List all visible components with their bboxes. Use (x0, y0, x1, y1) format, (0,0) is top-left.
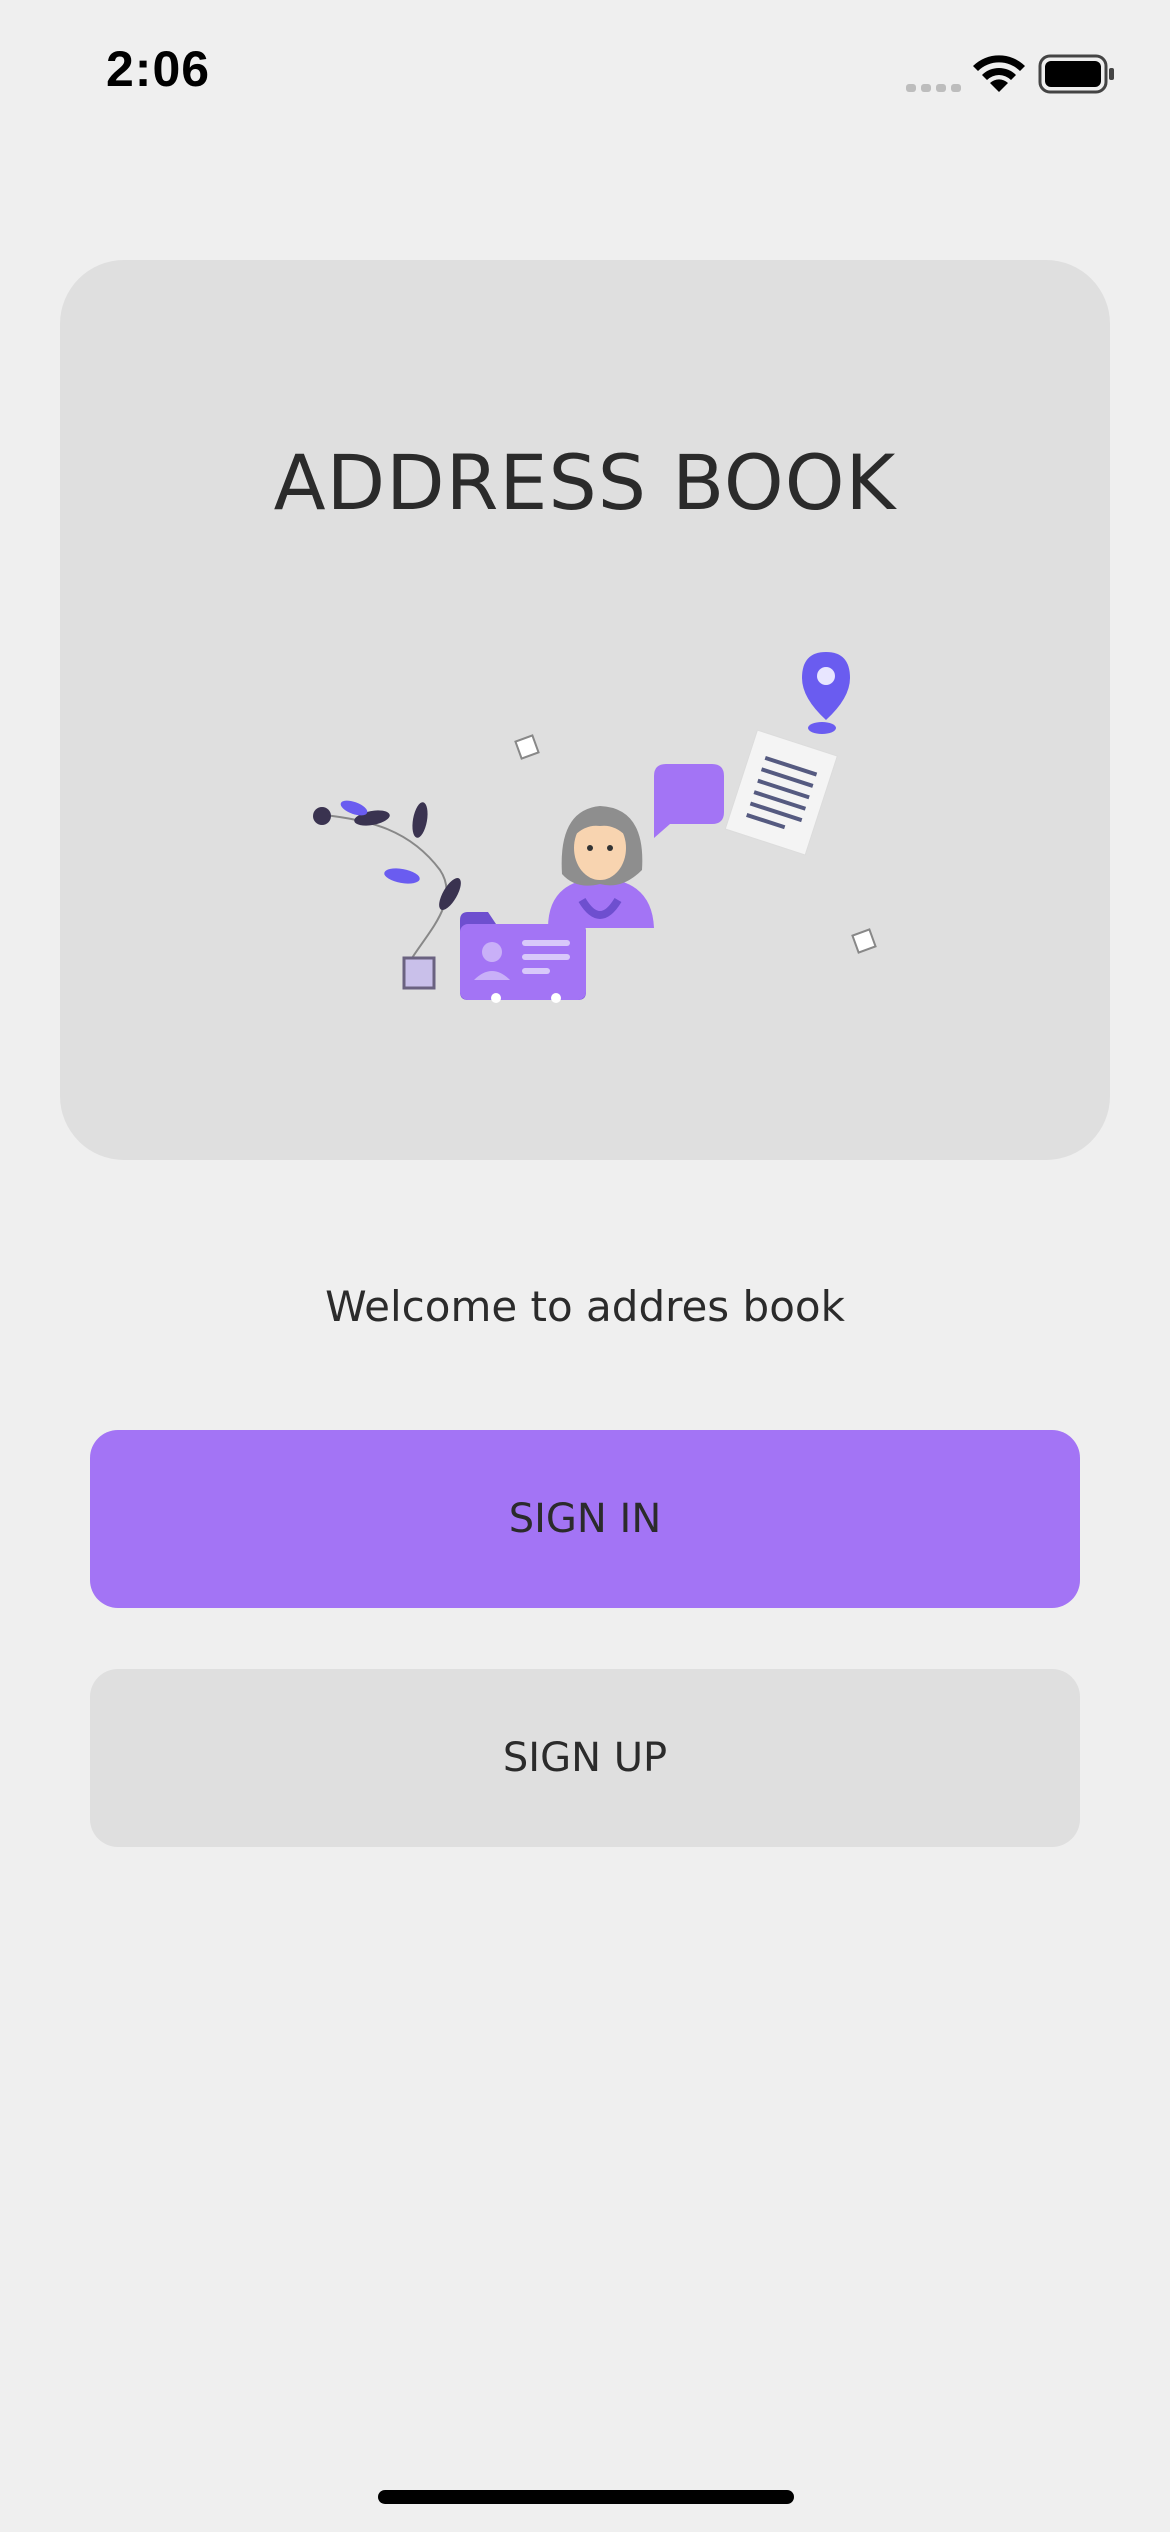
cellular-signal-icon (906, 84, 961, 92)
status-time: 2:06 (106, 41, 211, 97)
app-title: ADDRESS BOOK (273, 438, 897, 527)
home-indicator[interactable] (378, 2490, 794, 2504)
sign-up-label: SIGN UP (502, 1735, 668, 1781)
status-bar: 2:06 (0, 0, 1170, 150)
hero-card: ADDRESS BOOK (60, 260, 1110, 1160)
wifi-icon (973, 55, 1025, 92)
app-screen: 2:06 ADDRESS BOOK Welcome to addres book… (0, 0, 1170, 2532)
battery-icon (1038, 54, 1114, 94)
sign-up-button[interactable]: SIGN UP (90, 1669, 1080, 1847)
sign-in-button[interactable]: SIGN IN (90, 1430, 1080, 1608)
welcome-text: Welcome to addres book (325, 1282, 845, 1331)
sign-in-label: SIGN IN (508, 1496, 662, 1542)
address-book-illustration-icon (313, 652, 877, 1003)
